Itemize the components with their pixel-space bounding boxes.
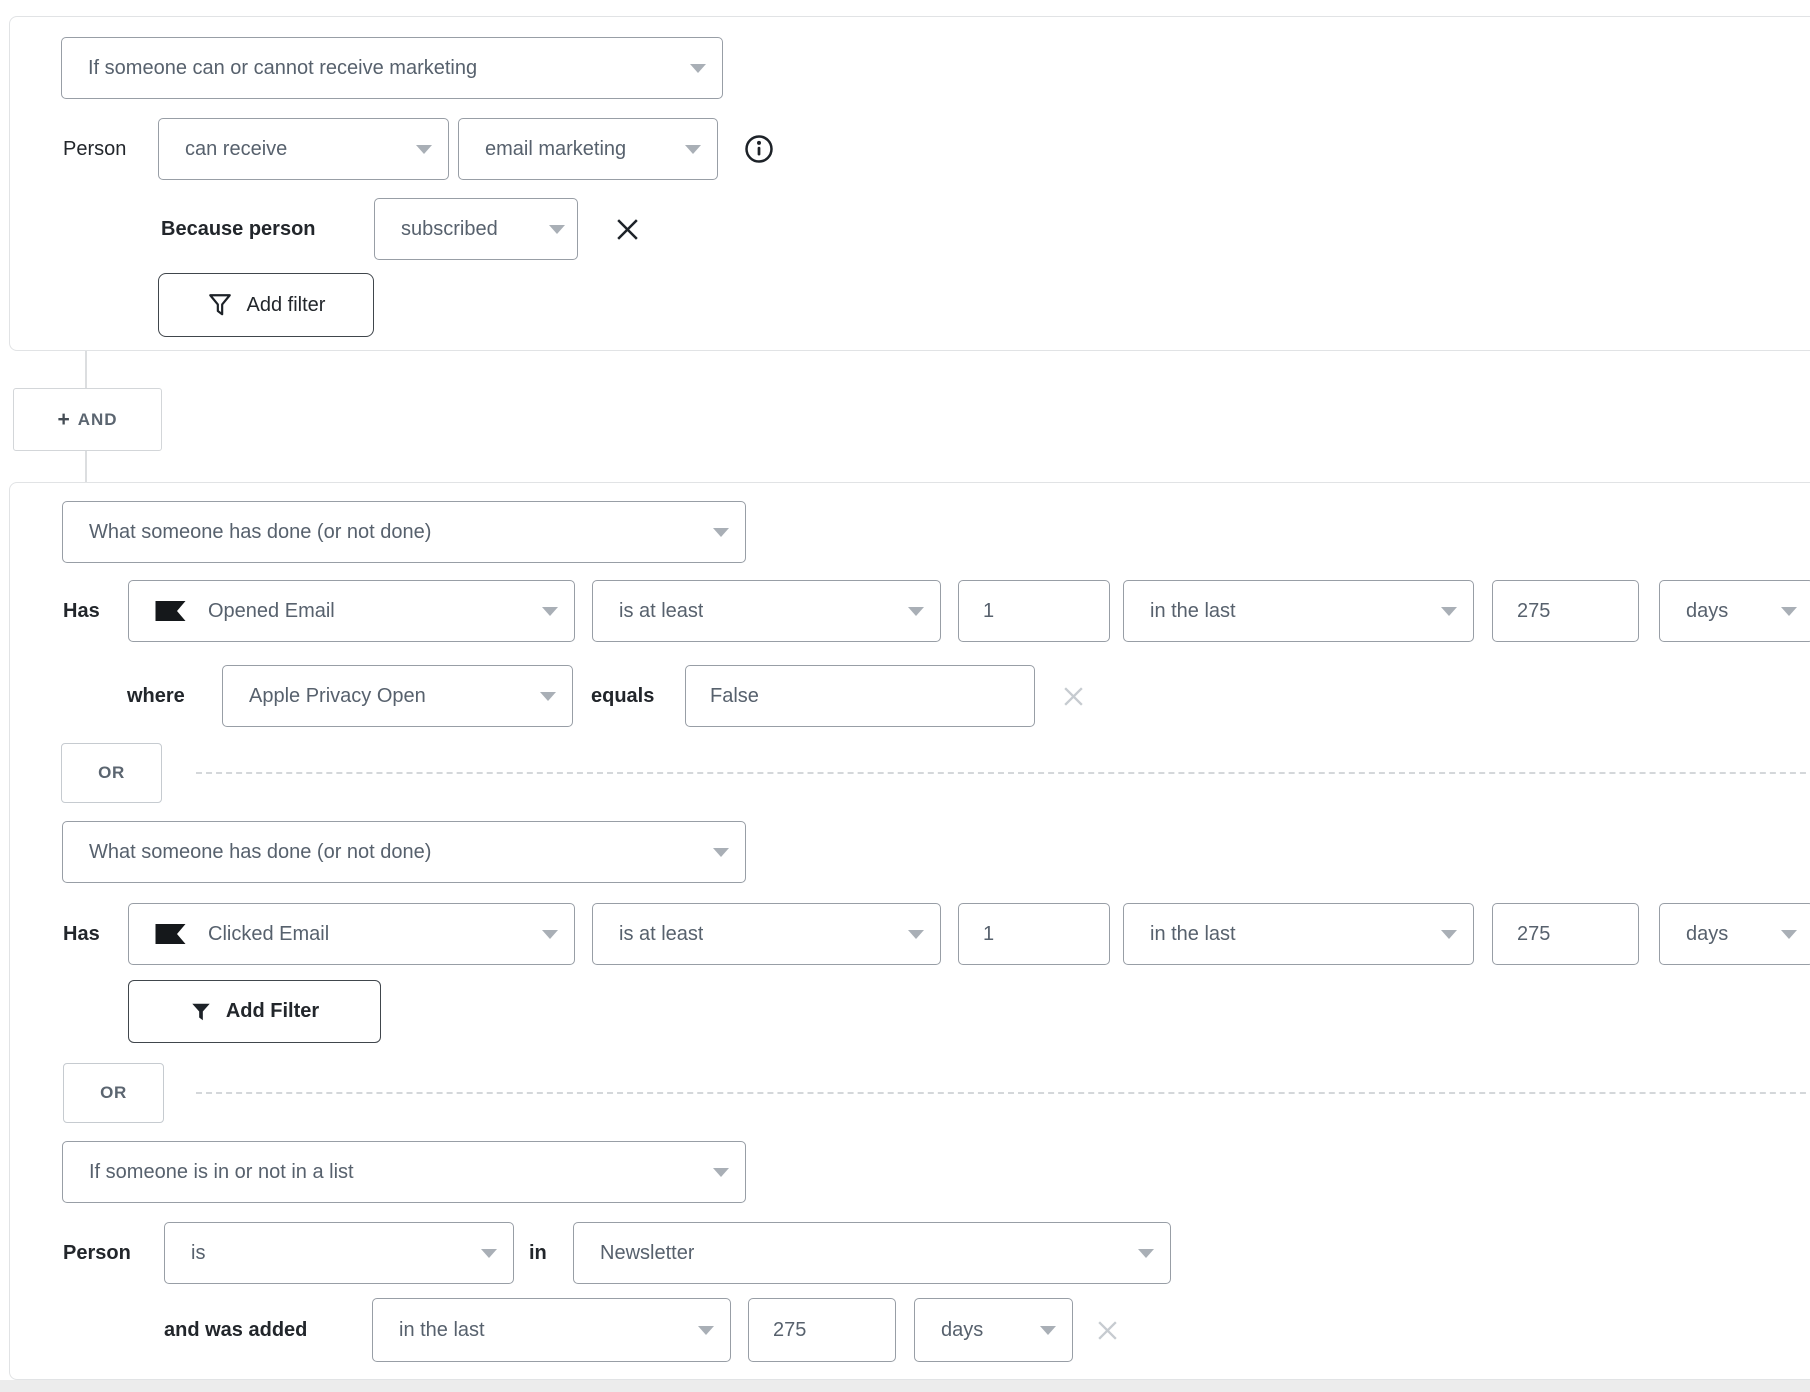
chevron-down-icon bbox=[713, 848, 729, 857]
comparator-value: is at least bbox=[619, 923, 703, 946]
chevron-down-icon bbox=[1040, 1326, 1056, 1335]
list-operator-value: is bbox=[191, 1242, 205, 1265]
time-unit-value: days bbox=[1686, 923, 1728, 946]
chevron-down-icon bbox=[549, 225, 565, 234]
or-divider-line bbox=[196, 1092, 1810, 1094]
remove-filter-icon[interactable] bbox=[1057, 665, 1089, 727]
or-divider-badge: OR bbox=[63, 1063, 164, 1123]
timeframe-value: in the last bbox=[1150, 600, 1236, 623]
because-reason-value: subscribed bbox=[401, 218, 498, 241]
time-unit-select[interactable]: days bbox=[1659, 903, 1810, 965]
time-unit-select[interactable]: days bbox=[1659, 580, 1810, 642]
or-label: OR bbox=[98, 763, 125, 783]
consent-channel-select[interactable]: email marketing bbox=[458, 118, 718, 180]
person-label: Person bbox=[63, 1222, 131, 1284]
chevron-down-icon bbox=[540, 692, 556, 701]
list-operator-select[interactable]: is bbox=[164, 1222, 514, 1284]
page-bottom-strip bbox=[0, 1380, 1810, 1392]
and-label: AND bbox=[78, 410, 118, 430]
condition-type-select[interactable]: If someone can or cannot receive marketi… bbox=[61, 37, 723, 99]
condition-card-marketing-consent: If someone can or cannot receive marketi… bbox=[9, 16, 1810, 351]
or-divider-line bbox=[196, 772, 1810, 774]
comparator-value: is at least bbox=[619, 600, 703, 623]
because-reason-select[interactable]: subscribed bbox=[374, 198, 578, 260]
filter-funnel-icon bbox=[190, 1001, 212, 1023]
add-and-group-button[interactable]: + AND bbox=[13, 388, 162, 451]
chevron-down-icon bbox=[416, 145, 432, 154]
condition-type-select[interactable]: What someone has done (or not done) bbox=[62, 501, 746, 563]
time-unit-select[interactable]: days bbox=[914, 1298, 1073, 1362]
condition-type-value: If someone can or cannot receive marketi… bbox=[88, 57, 477, 80]
condition-type-value: What someone has done (or not done) bbox=[89, 521, 431, 544]
chevron-down-icon bbox=[690, 64, 706, 73]
add-filter-button[interactable]: Add filter bbox=[158, 273, 374, 337]
chevron-down-icon bbox=[1781, 930, 1797, 939]
chevron-down-icon bbox=[713, 1168, 729, 1177]
chevron-down-icon bbox=[685, 145, 701, 154]
chevron-down-icon bbox=[713, 528, 729, 537]
or-label: OR bbox=[100, 1083, 127, 1103]
timeframe-select[interactable]: in the last bbox=[1123, 580, 1474, 642]
add-filter-button[interactable]: Add Filter bbox=[128, 980, 381, 1043]
condition-type-select[interactable]: If someone is in or not in a list bbox=[62, 1141, 746, 1203]
chevron-down-icon bbox=[1781, 607, 1797, 616]
time-value-input[interactable] bbox=[748, 1298, 896, 1362]
because-person-label: Because person bbox=[161, 198, 316, 260]
or-divider-badge: OR bbox=[61, 743, 162, 803]
timeframe-value: in the last bbox=[399, 1319, 485, 1342]
info-icon[interactable] bbox=[739, 118, 779, 180]
metric-value: Clicked Email bbox=[208, 923, 329, 946]
chevron-down-icon bbox=[542, 607, 558, 616]
metric-flag-icon bbox=[155, 924, 186, 944]
chevron-down-icon bbox=[908, 607, 924, 616]
metric-flag-icon bbox=[155, 601, 186, 621]
chevron-down-icon bbox=[698, 1326, 714, 1335]
count-input[interactable] bbox=[958, 580, 1110, 642]
list-select[interactable]: Newsletter bbox=[573, 1222, 1171, 1284]
condition-type-value: What someone has done (or not done) bbox=[89, 841, 431, 864]
time-unit-value: days bbox=[1686, 600, 1728, 623]
timeframe-value: in the last bbox=[1150, 923, 1236, 946]
filter-property-select[interactable]: Apple Privacy Open bbox=[222, 665, 573, 727]
equals-label: equals bbox=[591, 665, 654, 727]
count-input[interactable] bbox=[958, 903, 1110, 965]
plus-icon: + bbox=[57, 408, 69, 432]
in-label: in bbox=[529, 1222, 547, 1284]
chevron-down-icon bbox=[1441, 930, 1457, 939]
list-value: Newsletter bbox=[600, 1242, 694, 1265]
metric-select[interactable]: Clicked Email bbox=[128, 903, 575, 965]
add-filter-label: Add filter bbox=[247, 294, 326, 317]
time-unit-value: days bbox=[941, 1319, 983, 1342]
filter-value-input[interactable] bbox=[685, 665, 1035, 727]
condition-type-select[interactable]: What someone has done (or not done) bbox=[62, 821, 746, 883]
condition-type-value: If someone is in or not in a list bbox=[89, 1161, 354, 1184]
person-label: Person bbox=[63, 118, 126, 180]
chevron-down-icon bbox=[1441, 607, 1457, 616]
remove-condition-icon[interactable] bbox=[1091, 1298, 1123, 1362]
consent-verb-select[interactable]: can receive bbox=[158, 118, 449, 180]
chevron-down-icon bbox=[908, 930, 924, 939]
consent-verb-value: can receive bbox=[185, 138, 287, 161]
comparator-select[interactable]: is at least bbox=[592, 903, 941, 965]
has-label: Has bbox=[63, 580, 100, 642]
metric-value: Opened Email bbox=[208, 600, 335, 623]
filter-property-value: Apple Privacy Open bbox=[249, 685, 426, 708]
chevron-down-icon bbox=[542, 930, 558, 939]
where-label: where bbox=[127, 665, 185, 727]
remove-condition-icon[interactable] bbox=[611, 198, 643, 260]
consent-channel-value: email marketing bbox=[485, 138, 626, 161]
has-label: Has bbox=[63, 903, 100, 965]
time-value-input[interactable] bbox=[1492, 903, 1639, 965]
filter-funnel-icon bbox=[207, 292, 233, 318]
add-filter-label: Add Filter bbox=[226, 1000, 319, 1023]
timeframe-select[interactable]: in the last bbox=[372, 1298, 731, 1362]
time-value-input[interactable] bbox=[1492, 580, 1639, 642]
condition-card-activity-group: What someone has done (or not done) Has … bbox=[9, 482, 1810, 1380]
and-was-added-label: and was added bbox=[164, 1298, 307, 1362]
chevron-down-icon bbox=[1138, 1249, 1154, 1258]
metric-select[interactable]: Opened Email bbox=[128, 580, 575, 642]
timeframe-select[interactable]: in the last bbox=[1123, 903, 1474, 965]
chevron-down-icon bbox=[481, 1249, 497, 1258]
comparator-select[interactable]: is at least bbox=[592, 580, 941, 642]
